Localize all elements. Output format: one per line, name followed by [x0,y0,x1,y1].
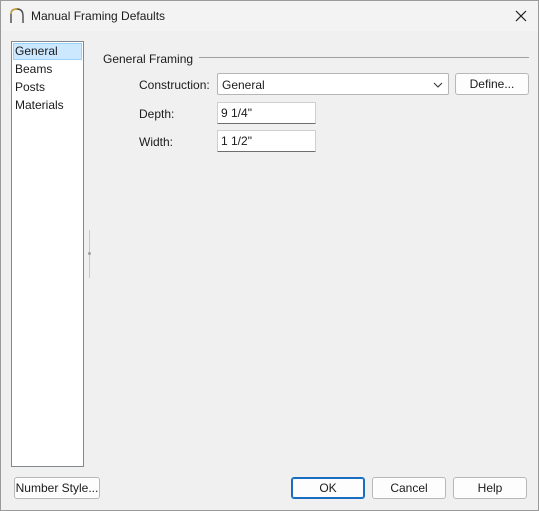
panel-splitter[interactable] [88,230,91,278]
splitter-grip-icon [88,252,91,255]
depth-field[interactable] [217,102,316,124]
help-button[interactable]: Help [453,477,527,499]
group-title-general-framing: General Framing [103,52,200,66]
nav-item-materials[interactable]: Materials [13,97,82,114]
group-divider [196,57,529,58]
number-style-button[interactable]: Number Style... [14,477,100,499]
close-icon[interactable] [512,7,530,25]
width-label: Width: [139,135,174,149]
depth-label: Depth: [139,107,175,121]
cancel-button[interactable]: Cancel [372,477,446,499]
ok-button[interactable]: OK [291,477,365,499]
dialog-window: Manual Framing Defaults General Beams Po… [0,0,539,511]
construction-label: Construction: [139,78,210,92]
chief-architect-arch-icon [10,8,24,23]
chevron-down-icon [433,82,443,88]
nav-item-beams[interactable]: Beams [13,61,82,78]
construction-select[interactable]: General [217,73,449,95]
title-bar[interactable]: Manual Framing Defaults [1,1,538,31]
nav-item-posts[interactable]: Posts [13,79,82,96]
construction-select-value: General [222,78,265,92]
define-button[interactable]: Define... [455,73,529,95]
width-field[interactable] [217,130,316,152]
window-title: Manual Framing Defaults [31,9,166,23]
nav-item-general[interactable]: General [13,43,82,60]
category-list[interactable]: General Beams Posts Materials [11,41,84,467]
